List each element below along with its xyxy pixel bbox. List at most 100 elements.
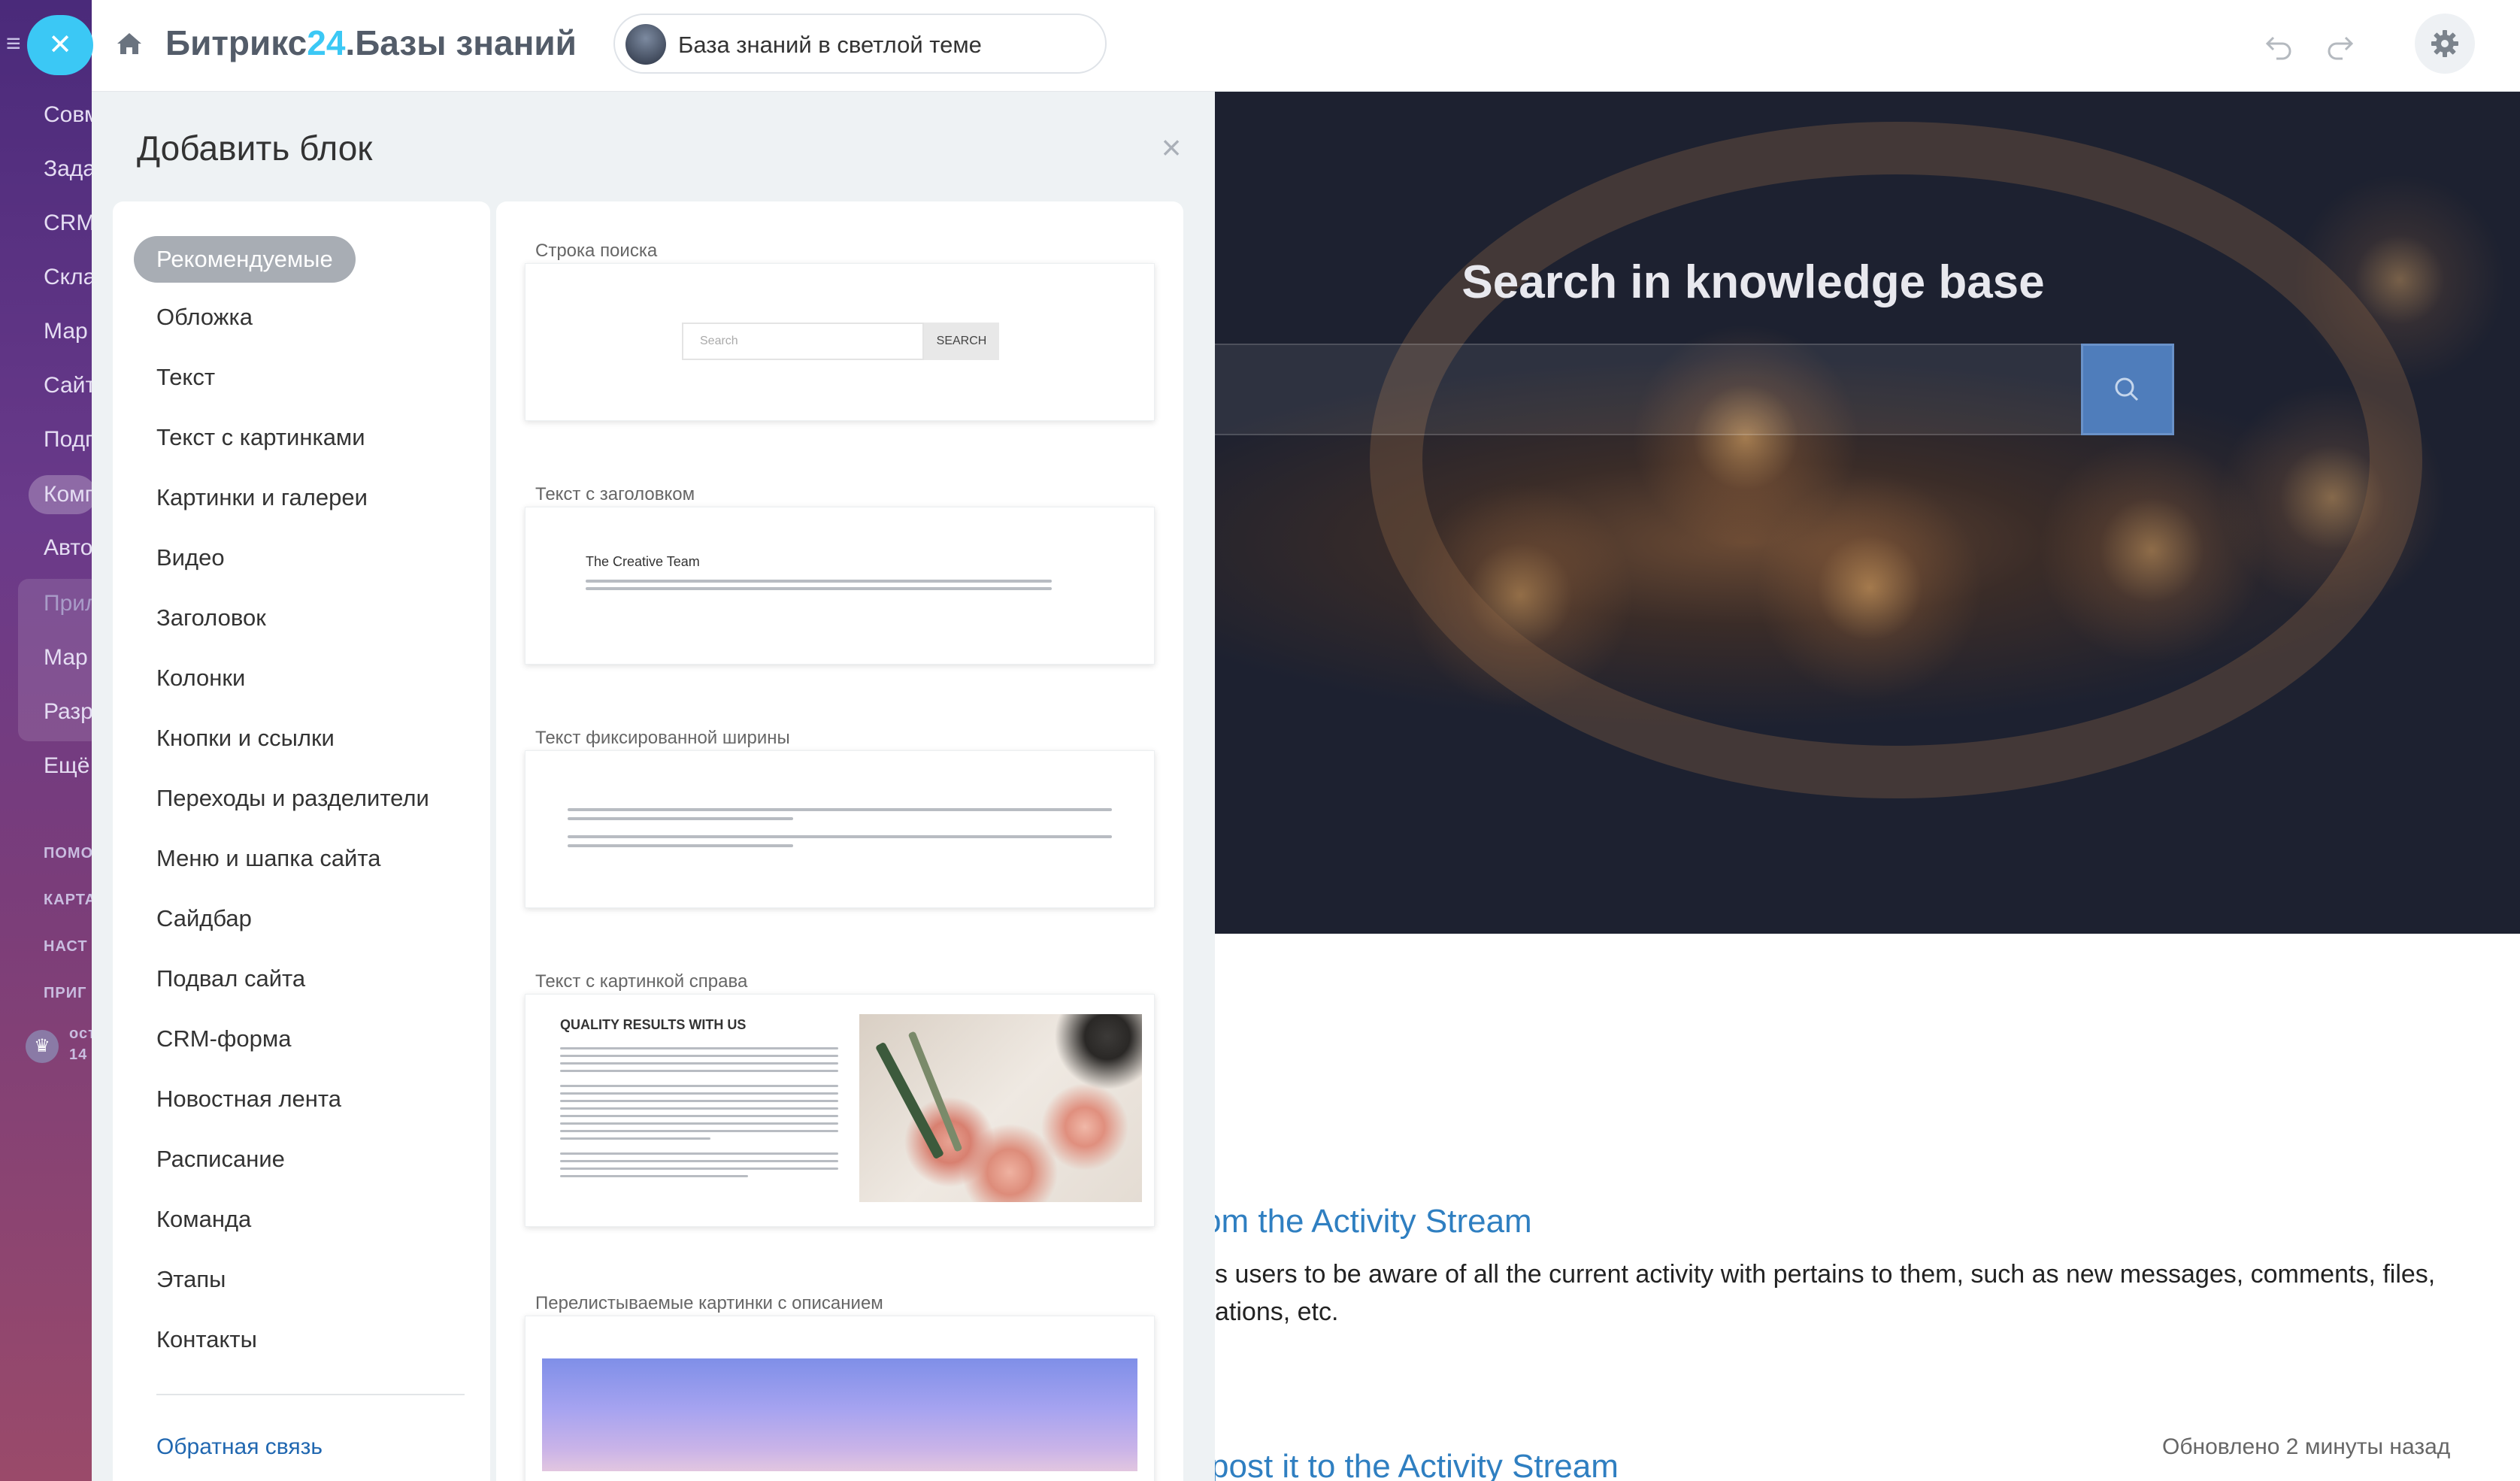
portal-item[interactable]: Ещё: [44, 753, 92, 779]
category-item[interactable]: Кнопки и ссылки: [156, 725, 335, 752]
hero-search-input[interactable]: [1189, 344, 2171, 435]
category-item[interactable]: Расписание: [156, 1146, 285, 1173]
feedback-link[interactable]: Обратная связь: [156, 1434, 323, 1460]
portal-item[interactable]: CRM: [44, 210, 92, 236]
category-item[interactable]: Видео: [156, 544, 225, 571]
preview-text-line: [560, 1085, 838, 1087]
category-item[interactable]: Подвал сайта: [156, 965, 305, 992]
updated-status: Обновлено 2 минуты назад: [2162, 1434, 2451, 1459]
block-label: Текст с картинкой справа: [535, 971, 748, 992]
portal-small-item[interactable]: НАСТ: [44, 938, 92, 956]
preview-text-line: [586, 580, 1052, 583]
category-item[interactable]: Сайдбар: [156, 905, 252, 932]
preview-text-line: [560, 1122, 838, 1125]
portal-item[interactable]: Сайт: [44, 373, 92, 398]
category-item[interactable]: Картинки и галереи: [156, 484, 368, 511]
block-preview-text-heading[interactable]: The Creative Team: [525, 507, 1155, 665]
block-preview-slider[interactable]: [525, 1316, 1155, 1481]
portal-item-active[interactable]: Комп: [29, 475, 96, 514]
preview-text-line: [560, 1137, 710, 1140]
category-item[interactable]: Текст: [156, 364, 215, 391]
portal-item[interactable]: Скла: [44, 265, 92, 290]
hero-title: Search in knowledge base: [1461, 256, 2045, 308]
top-bar: ✕ Битрикс24.Базы знаний База знаний в св…: [27, 0, 2520, 92]
preview-text-line: [560, 1047, 838, 1049]
preview-text-line: [560, 1168, 838, 1170]
portal-small-item[interactable]: ПРИГ: [44, 985, 92, 1002]
block-preview-fixed-text[interactable]: [525, 750, 1155, 908]
crown-icon[interactable]: ♛: [26, 1030, 59, 1063]
category-item[interactable]: Меню и шапка сайта: [156, 845, 380, 872]
category-item[interactable]: Контакты: [156, 1326, 257, 1353]
hero-decoration: [1370, 122, 2422, 798]
hero-search-button[interactable]: [2081, 344, 2174, 435]
article-text: ations, etc.: [1215, 1298, 1339, 1326]
article-link[interactable]: post it to the Activity Stream: [1210, 1448, 1619, 1481]
preview-search-input: Search: [682, 323, 924, 360]
portal-item[interactable]: Мар: [44, 319, 92, 344]
preview-search-button: SEARCH: [924, 323, 999, 360]
redo-icon[interactable]: [2323, 29, 2356, 62]
category-recommended[interactable]: Рекомендуемые: [134, 236, 356, 283]
category-item[interactable]: Новостная лента: [156, 1086, 341, 1113]
category-item[interactable]: Текст с картинками: [156, 424, 365, 451]
category-item[interactable]: Обложка: [156, 304, 253, 331]
block-label: Строка поиска: [535, 241, 658, 261]
preview-image-sky: [542, 1358, 1137, 1471]
undo-icon[interactable]: [2263, 29, 2296, 62]
portal-item[interactable]: Авто: [44, 535, 92, 561]
preview-text-line: [560, 1092, 838, 1095]
app-title: Битрикс24.Базы знаний: [165, 23, 577, 63]
panel-title: Добавить блок: [137, 129, 373, 168]
category-item[interactable]: Переходы и разделители: [156, 785, 429, 812]
block-preview-search[interactable]: Search SEARCH: [525, 263, 1155, 421]
preview-text-line: [560, 1115, 838, 1117]
add-block-panel: Добавить блок × Рекомендуемые Обложка Те…: [92, 92, 1215, 1481]
portal-item[interactable]: Подп: [44, 427, 92, 453]
preview-text-line: [560, 1100, 838, 1102]
portal-item[interactable]: Совм: [44, 102, 92, 128]
preview-text-line: [568, 817, 793, 820]
portal-item[interactable]: Прил: [44, 591, 92, 616]
search-icon: [2115, 377, 2139, 401]
block-label: Перелистываемые картинки с описанием: [535, 1293, 883, 1313]
category-item[interactable]: CRM-форма: [156, 1025, 291, 1052]
portal-avatar-sub: 14: [69, 1046, 88, 1063]
category-item[interactable]: Команда: [156, 1206, 251, 1233]
portal-avatar-text: ост: [69, 1025, 92, 1042]
preview-text-line: [568, 835, 1112, 838]
category-item[interactable]: Заголовок: [156, 604, 266, 631]
preview-text-line: [568, 808, 1112, 811]
divider: [156, 1394, 465, 1395]
preview-text-line: [560, 1160, 838, 1162]
portal-item[interactable]: Разр: [44, 699, 92, 725]
preview-heading: The Creative Team: [586, 554, 700, 569]
site-name: База знаний в светлой теме: [678, 32, 982, 58]
close-icon[interactable]: ✕: [27, 15, 93, 75]
portal-small-item[interactable]: КАРТА: [44, 892, 92, 909]
preview-image-pen: [907, 1031, 963, 1152]
preview-text-line: [586, 587, 1052, 590]
home-icon[interactable]: [114, 29, 144, 59]
category-item[interactable]: Этапы: [156, 1266, 226, 1293]
preview-text-line: [560, 1107, 838, 1110]
block-preview-text-image[interactable]: QUALITY RESULTS WITH US: [525, 994, 1155, 1227]
category-item[interactable]: Колонки: [156, 665, 245, 692]
preview-heading: QUALITY RESULTS WITH US: [560, 1017, 747, 1032]
block-label: Текст с заголовком: [535, 484, 695, 504]
settings-button[interactable]: [2415, 14, 2475, 74]
category-list: Рекомендуемые Обложка Текст Текст с карт…: [113, 201, 490, 1481]
portal-item[interactable]: Зада: [44, 156, 92, 182]
article-link[interactable]: om the Activity Stream: [1203, 1203, 1532, 1240]
preview-image-flowers: [859, 1014, 1142, 1202]
preview-text-line: [560, 1130, 838, 1132]
site-selector[interactable]: База знаний в светлой теме: [613, 14, 1107, 74]
close-icon[interactable]: ×: [1155, 130, 1188, 165]
site-thumbnail: [625, 24, 666, 65]
portal-small-item[interactable]: ПОМО: [44, 845, 92, 862]
preview-text-line: [560, 1175, 748, 1177]
preview-text-line: [560, 1055, 838, 1057]
block-label: Текст фиксированной ширины: [535, 728, 790, 748]
preview-text-line: [560, 1070, 838, 1072]
portal-item[interactable]: Мар: [44, 645, 92, 671]
